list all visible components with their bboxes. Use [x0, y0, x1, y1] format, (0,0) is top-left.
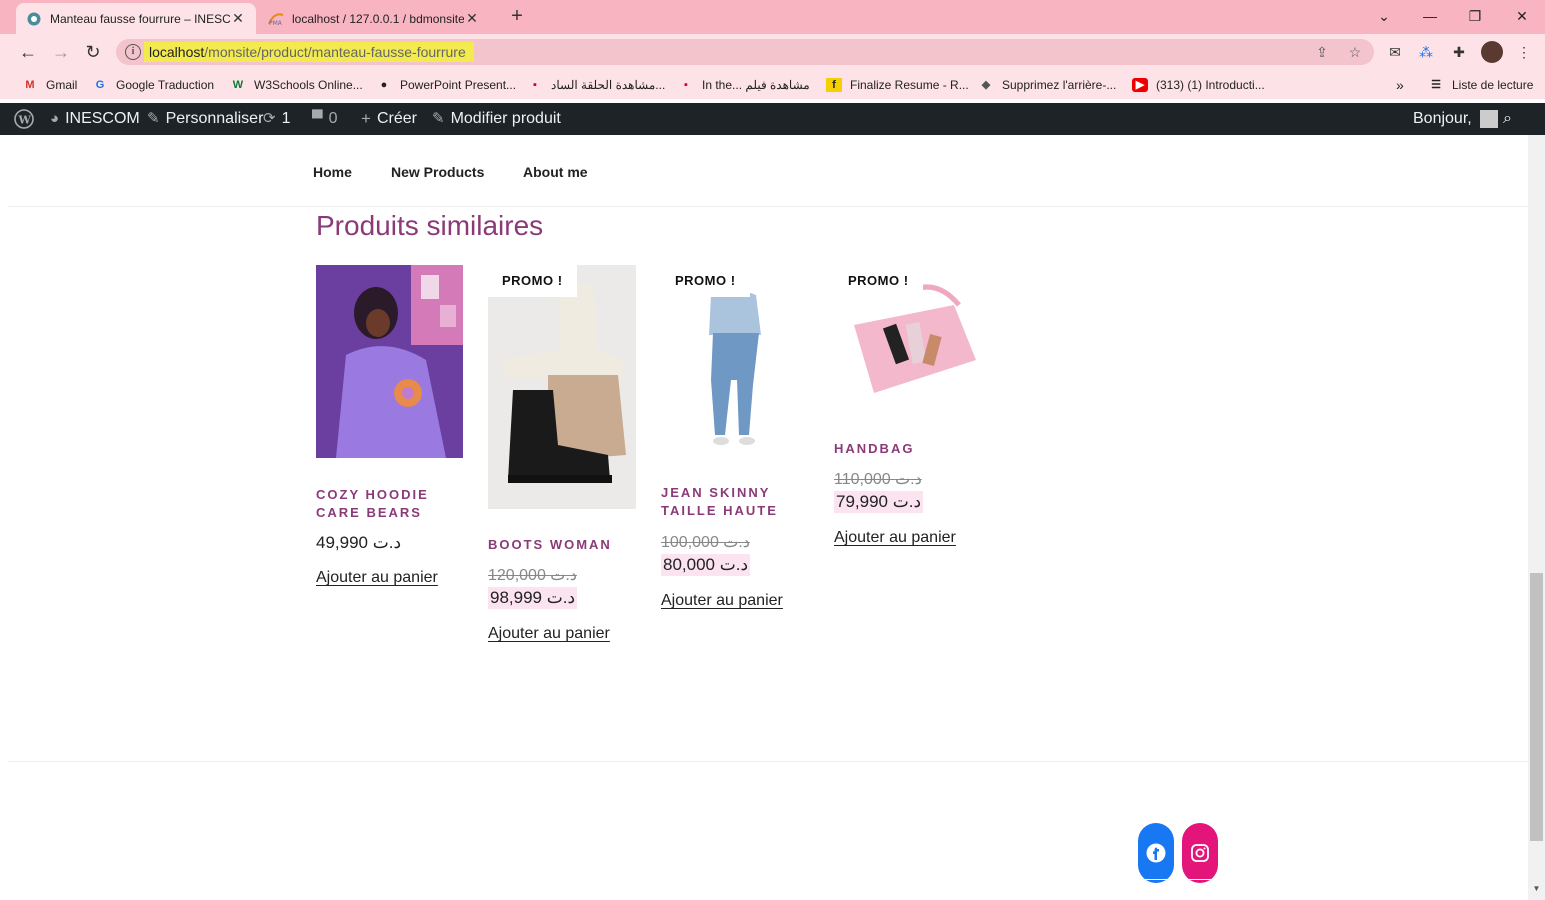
facebook-link[interactable] — [1138, 823, 1174, 883]
bookmark-google-traduction[interactable]: G Google Traduction — [92, 76, 214, 94]
globe-icon: ● — [380, 79, 388, 91]
pencil-icon: ✎ — [432, 110, 445, 127]
menu-dots-icon[interactable]: ⋮ — [1514, 42, 1534, 62]
admin-updates-link[interactable]: ⟳ 1 — [263, 103, 290, 135]
add-to-cart-button[interactable]: Ajouter au panier — [488, 625, 610, 643]
wordpress-logo-icon[interactable]: W — [14, 103, 34, 135]
plus-icon: + — [361, 109, 371, 128]
product-price: 98,999 د.ت — [488, 587, 578, 609]
tab-title: Manteau fausse fourrure – INESCO — [50, 11, 230, 26]
product-image-hoodie[interactable] — [316, 265, 463, 458]
translate-icon: G — [95, 79, 105, 91]
promo-badge: PROMO ! — [834, 265, 923, 297]
product-price: 79,990 د.ت — [834, 491, 924, 513]
reload-icon[interactable]: ↻ — [81, 40, 105, 64]
resume-icon: f — [826, 78, 842, 92]
product-image-boots[interactable] — [488, 265, 636, 509]
bookmark-remove-bg[interactable]: ◆ Supprimez l'arrière-... — [978, 76, 1117, 94]
forward-arrow-icon[interactable]: → — [49, 40, 73, 64]
add-to-cart-button[interactable]: Ajouter au panier — [661, 592, 783, 610]
dashboard-icon: ◕ — [50, 110, 60, 127]
product-name[interactable]: JEAN SKINNY TAILLE HAUTE — [661, 484, 778, 520]
product-name[interactable]: HANDBAG — [834, 440, 914, 458]
brush-icon: ✎ — [147, 110, 160, 127]
gmail-icon: M — [25, 79, 35, 91]
bookmark-arabic-1[interactable]: ▪ مشاهدة الحلقة الساد... — [527, 76, 665, 94]
nav-home[interactable]: Home — [313, 164, 352, 180]
bookmark-arabic-2[interactable]: ▪ In the... مشاهدة فيلم — [678, 76, 810, 94]
admin-create-link[interactable]: + Créer — [361, 103, 417, 135]
svg-text:PMA: PMA — [269, 20, 283, 26]
bookmark-star-icon[interactable]: ☆ — [1346, 43, 1364, 61]
product-name[interactable]: BOOTS WOMAN — [488, 536, 612, 554]
bookmark-finalize-resume[interactable]: f Finalize Resume - R... — [826, 76, 969, 94]
site-icon: ▪ — [533, 79, 537, 91]
add-to-cart-button[interactable]: Ajouter au panier — [834, 529, 956, 547]
main-navigation — [8, 135, 1528, 207]
reading-list-button[interactable]: ☰ Liste de lecture — [1428, 76, 1533, 94]
nav-about-me[interactable]: About me — [523, 164, 588, 180]
w3schools-icon: W — [232, 79, 244, 91]
wordpress-favicon-icon — [26, 11, 42, 27]
product-name[interactable]: COZY HOODIE CARE BEARS — [316, 486, 429, 522]
bookmarks-overflow-button[interactable]: » — [1396, 76, 1404, 94]
nav-new-products[interactable]: New Products — [391, 164, 484, 180]
translate-extension-icon[interactable]: ⁂ — [1416, 42, 1436, 62]
user-avatar — [1479, 110, 1498, 128]
add-to-cart-button[interactable]: Ajouter au panier — [316, 569, 438, 587]
reading-list-icon: ☰ — [1431, 79, 1441, 91]
tab-title: localhost / 127.0.0.1 / bdmonsite — [292, 11, 464, 26]
scroll-down-arrow-icon[interactable]: ▼ — [1530, 884, 1543, 896]
bookmark-youtube[interactable]: ▶ (313) (1) Introducti... — [1132, 76, 1265, 94]
close-icon[interactable]: ✕ — [464, 10, 480, 27]
bookmark-powerpoint[interactable]: ● PowerPoint Present... — [376, 76, 516, 94]
profile-avatar[interactable] — [1481, 41, 1503, 63]
phpmyadmin-favicon-icon: PMA — [268, 11, 284, 27]
gmail-extension-icon[interactable]: ✉ — [1385, 42, 1405, 62]
back-arrow-icon[interactable]: ← — [16, 40, 40, 64]
underline — [1182, 879, 1218, 880]
promo-badge: PROMO ! — [488, 265, 577, 297]
info-icon[interactable]: i — [125, 44, 141, 60]
updates-icon: ⟳ — [263, 110, 276, 127]
tab-active[interactable]: Manteau fausse fourrure – INESCO ✕ — [16, 3, 256, 34]
product-price: 80,000 د.ت — [661, 554, 751, 576]
site-icon: ▪ — [684, 79, 688, 91]
new-tab-button[interactable]: + — [506, 5, 528, 27]
product-price: 49,990 د.ت — [316, 533, 402, 552]
admin-account-link[interactable]: Bonjour, — [1413, 103, 1498, 135]
facebook-icon — [1146, 843, 1166, 863]
admin-customize-link[interactable]: ✎ Personnaliser — [147, 103, 263, 135]
footer-divider — [8, 761, 1528, 762]
admin-site-link[interactable]: ◕ INESCOM — [50, 103, 140, 135]
product-old-price: 120,000 د.ت — [488, 567, 577, 584]
tab-search-icon[interactable]: ⌄ — [1372, 5, 1396, 27]
bookmark-w3schools[interactable]: W W3Schools Online... — [230, 76, 363, 94]
share-icon[interactable]: ⇪ — [1313, 43, 1331, 61]
product-old-price: 100,000 د.ت — [661, 534, 750, 551]
tab-phpmyadmin[interactable]: PMA localhost / 127.0.0.1 / bdmonsite ✕ — [258, 3, 490, 34]
url-text[interactable]: localhost/monsite/product/manteau-fausse… — [144, 42, 474, 62]
svg-text:W: W — [18, 114, 32, 127]
product-old-price: 110,000 د.ت — [834, 471, 922, 488]
minimize-button[interactable]: — — [1418, 5, 1442, 27]
section-title: Produits similaires — [316, 210, 544, 241]
close-icon[interactable]: ✕ — [230, 10, 246, 27]
bookmark-gmail[interactable]: M Gmail — [22, 76, 77, 94]
youtube-icon: ▶ — [1132, 78, 1148, 92]
remove-bg-icon: ◆ — [981, 79, 991, 91]
underline — [1138, 879, 1174, 880]
admin-comments-link[interactable]: ▀ 0 — [312, 103, 338, 135]
comment-icon: ▀ — [312, 110, 323, 127]
admin-search-icon[interactable]: ⌕ — [1503, 103, 1512, 135]
extensions-puzzle-icon[interactable]: ✚ — [1449, 42, 1469, 62]
restore-button[interactable]: ❐ — [1463, 5, 1487, 27]
scrollbar-thumb[interactable] — [1530, 573, 1543, 841]
close-window-button[interactable]: ✕ — [1510, 5, 1534, 27]
admin-edit-product-link[interactable]: ✎ Modifier produit — [432, 103, 561, 135]
instagram-icon — [1191, 844, 1209, 862]
instagram-link[interactable] — [1182, 823, 1218, 883]
promo-badge: PROMO ! — [661, 265, 750, 297]
